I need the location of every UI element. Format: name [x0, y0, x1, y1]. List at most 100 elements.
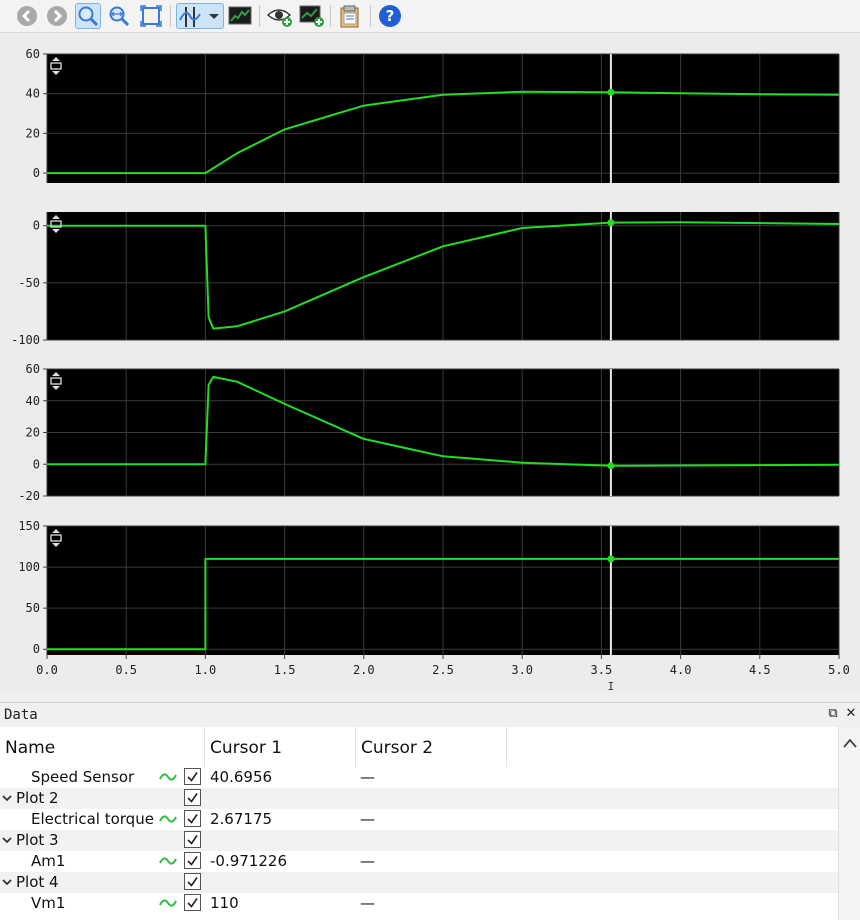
row-name: Electrical torque [31, 810, 154, 828]
checkmark-icon [187, 793, 198, 803]
column-header-name[interactable]: Name [0, 727, 205, 767]
row-name: Vm1 [31, 894, 66, 912]
visibility-checkbox[interactable] [184, 873, 201, 890]
signal-row[interactable]: Electrical torque 2.67175 — [0, 809, 838, 830]
cursor2-value: — [360, 852, 375, 870]
forward-icon [47, 6, 67, 26]
y-tick-label: 0 [33, 219, 40, 233]
plot-group-row[interactable]: Plot 2 [0, 788, 838, 809]
checkmark-icon [187, 814, 198, 824]
y-tick-label: 150 [18, 519, 40, 533]
visibility-checkbox[interactable] [184, 789, 201, 806]
plot-button[interactable] [227, 3, 253, 29]
x-tick-label: 3.5 [591, 663, 613, 677]
y-tick-label: 60 [26, 47, 40, 61]
cursor-measure-button[interactable] [176, 3, 224, 29]
close-panel-icon[interactable]: ✕ [844, 706, 858, 721]
visibility-checkbox[interactable] [184, 894, 201, 911]
cursor1-value: 2.67175 [210, 810, 273, 828]
checkmark-icon [187, 877, 198, 887]
row-name: Am1 [31, 852, 66, 870]
fit-button[interactable] [138, 3, 164, 29]
y-tick-label: 40 [26, 394, 40, 408]
y-tick-label: 0 [33, 642, 40, 656]
x-tick-label: 1.0 [195, 663, 217, 677]
y-tick-label: 50 [26, 601, 40, 615]
forward-button[interactable] [44, 3, 70, 29]
cursor2-value: — [360, 810, 375, 828]
cursor2-value: — [360, 894, 375, 912]
x-tick-label: 4.0 [670, 663, 692, 677]
visibility-checkbox[interactable] [184, 768, 201, 785]
x-tick-label: 3.0 [511, 663, 533, 677]
toolbar-separator [170, 5, 171, 27]
visibility-checkbox[interactable] [184, 810, 201, 827]
back-button[interactable] [14, 3, 40, 29]
x-tick-label: 2.5 [432, 663, 454, 677]
row-name: Plot 2 [16, 789, 59, 807]
column-header-cursor2[interactable]: Cursor 2 [356, 727, 507, 767]
plot-icon [228, 6, 252, 25]
toolbar-separator [330, 5, 331, 27]
visibility-checkbox[interactable] [184, 831, 201, 848]
dropdown-icon [209, 14, 219, 19]
visibility-icon [266, 9, 292, 27]
row-name: Speed Sensor [31, 768, 135, 786]
y-tick-label: -20 [18, 489, 40, 503]
zoom-x-icon [109, 6, 130, 27]
cursor1-value: 110 [210, 894, 239, 912]
signal-row[interactable]: Vm1 110 — [0, 893, 838, 914]
checkmark-icon [187, 856, 198, 866]
y-tick-label: 40 [26, 87, 40, 101]
back-icon [17, 6, 37, 26]
cursor-1-point [607, 219, 615, 227]
signal-wave-icon [159, 815, 177, 823]
help-icon: ? [379, 5, 401, 27]
row-name: Plot 3 [16, 831, 59, 849]
x-tick-label: 0.0 [36, 663, 58, 677]
column-header-cursor1[interactable]: Cursor 1 [205, 727, 356, 767]
add-plot-icon [299, 5, 324, 27]
plots-area: 60 40 20 0 0 -50 -100 60 40 20 0 -20 150 100 50 0 0.0 0.5… [0, 33, 860, 693]
plot-group-row[interactable]: Plot 3 [0, 830, 838, 851]
y-tick-label: 60 [26, 362, 40, 376]
toolbar: ? [0, 0, 860, 33]
y-tick-label: 20 [26, 126, 40, 140]
checkmark-icon [187, 772, 198, 782]
clipboard-button[interactable] [337, 3, 363, 29]
plots-canvas[interactable]: 60 40 20 0 0 -50 -100 60 40 20 0 -20 150 100 50 0 0.0 0.5… [0, 33, 860, 693]
signal-wave-icon [159, 773, 177, 781]
y-tick-label: 100 [18, 560, 40, 574]
signal-wave-icon [159, 857, 177, 865]
signal-row[interactable]: Speed Sensor 40.6956 — [0, 767, 838, 788]
plot-group-row[interactable]: Plot 4 [0, 872, 838, 893]
cursor-1-point [607, 462, 615, 470]
data-table: Name Cursor 1 Cursor 2 Speed Sensor 40.69… [0, 727, 838, 920]
x-tick-label: 2.0 [353, 663, 375, 677]
toolbar-separator [259, 5, 260, 27]
cursor-1-point [607, 88, 615, 96]
svg-text:?: ? [386, 7, 395, 25]
y-tick-label: 20 [26, 426, 40, 440]
help-button[interactable]: ? [377, 3, 403, 29]
cursor-measure-icon [179, 7, 201, 27]
y-tick-label: 0 [33, 457, 40, 471]
data-panel-header: Data ⧉ ✕ [0, 702, 860, 728]
checkmark-icon [187, 835, 198, 845]
vertical-scrollbar[interactable] [838, 727, 860, 920]
float-panel-icon[interactable]: ⧉ [826, 706, 840, 721]
toolbar-separator [370, 5, 371, 27]
visibility-button[interactable] [266, 3, 292, 29]
scroll-up-icon[interactable] [839, 727, 860, 757]
signal-row[interactable]: Am1 -0.971226 — [0, 851, 838, 872]
zoom-button[interactable] [75, 3, 101, 29]
table-header: Name Cursor 1 Cursor 2 [0, 727, 838, 767]
clipboard-icon [340, 5, 359, 28]
y-tick-label: -100 [11, 333, 40, 347]
visibility-checkbox[interactable] [184, 852, 201, 869]
x-tick-label: 0.5 [115, 663, 137, 677]
y-tick-label: -50 [18, 276, 40, 290]
add-plot-button[interactable] [298, 3, 324, 29]
data-panel-title: Data [4, 707, 38, 723]
zoom-x-button[interactable] [106, 3, 132, 29]
